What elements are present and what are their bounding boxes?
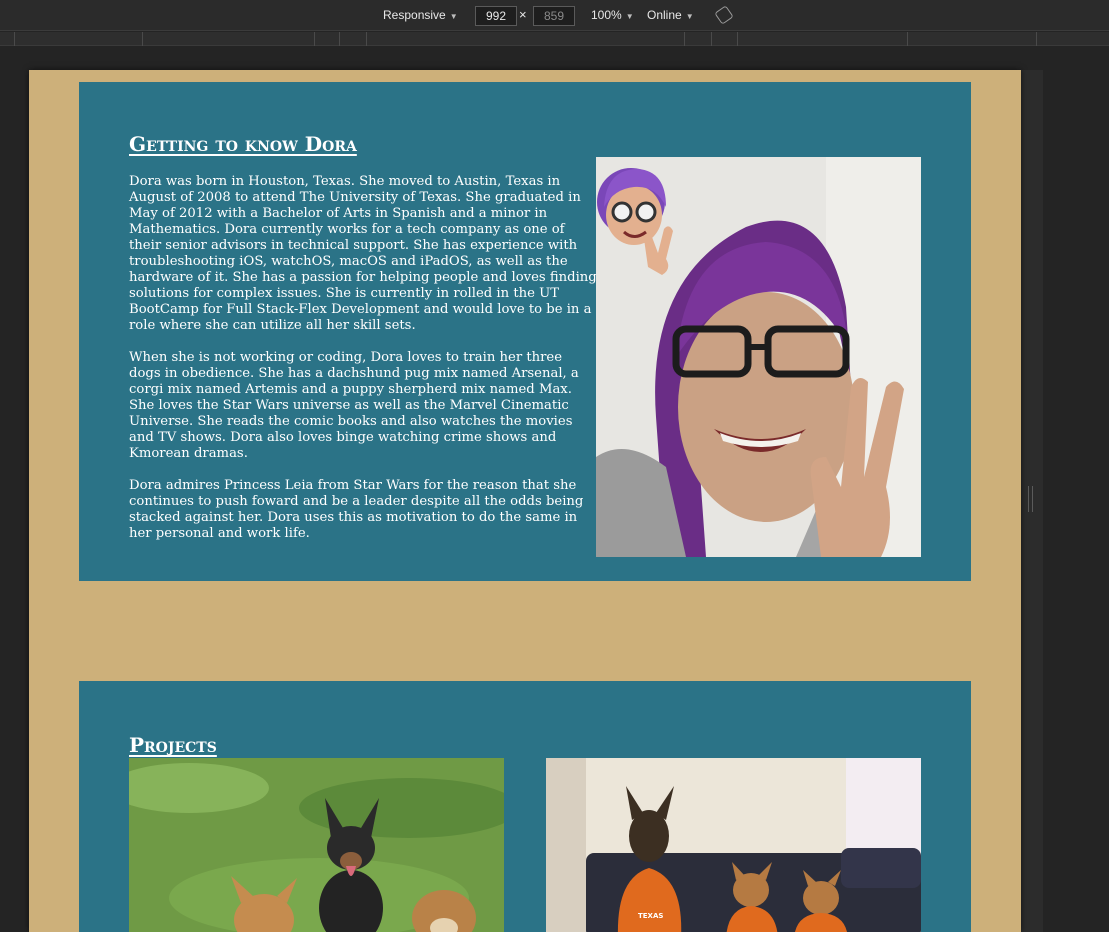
projects-section: Projects TEXAS — [79, 681, 971, 932]
network-label: Online — [647, 8, 682, 22]
profile-photo — [596, 157, 921, 557]
emulated-viewport: Getting to know Dora Dora was born in Ho… — [29, 70, 1021, 932]
bio-paragraph: Dora was born in Houston, Texas. She mov… — [129, 174, 597, 333]
ruler-tick — [142, 32, 143, 46]
ruler-tick — [14, 32, 15, 46]
network-throttle-dropdown[interactable]: Online ▼ — [647, 8, 694, 22]
zoom-dropdown[interactable]: 100% ▼ — [591, 8, 634, 22]
dimension-separator: × — [519, 7, 527, 22]
jersey-text: TEXAS — [638, 912, 663, 920]
bio-paragraph: When she is not working or coding, Dora … — [129, 350, 579, 461]
device-toolbar: Responsive ▼ 992 × 859 100% ▼ Online ▼ — [0, 0, 1109, 31]
about-title: Getting to know Dora — [129, 132, 357, 156]
projects-title: Projects — [129, 733, 217, 757]
ruler-tick — [1036, 32, 1037, 46]
bio-paragraph: Dora admires Princess Leia from Star War… — [129, 478, 584, 541]
ruler-tick — [684, 32, 685, 46]
ruler-tick — [737, 32, 738, 46]
zoom-label: 100% — [591, 8, 622, 22]
chevron-down-icon: ▼ — [449, 12, 458, 21]
ruler-tick — [314, 32, 315, 46]
ruler-tick — [366, 32, 367, 46]
device-mode-dropdown[interactable]: Responsive ▼ — [383, 8, 458, 22]
chevron-down-icon: ▼ — [685, 12, 694, 21]
height-input[interactable]: 859 — [533, 6, 575, 26]
ruler-tick — [907, 32, 908, 46]
media-query-ruler — [0, 32, 1109, 46]
about-section: Getting to know Dora Dora was born in Ho… — [79, 82, 971, 581]
rotate-icon[interactable] — [714, 5, 734, 25]
about-bio: Dora was born in Houston, Texas. She mov… — [129, 174, 597, 558]
ruler-tick — [711, 32, 712, 46]
viewport-resize-handle[interactable] — [1028, 486, 1033, 512]
width-input[interactable]: 992 — [475, 6, 517, 26]
project-image-dogs-couch[interactable]: TEXAS — [546, 758, 921, 932]
device-mode-label: Responsive — [383, 8, 446, 22]
ruler-tick — [339, 32, 340, 46]
chevron-down-icon: ▼ — [625, 12, 634, 21]
project-image-dogs-park[interactable] — [129, 758, 504, 932]
